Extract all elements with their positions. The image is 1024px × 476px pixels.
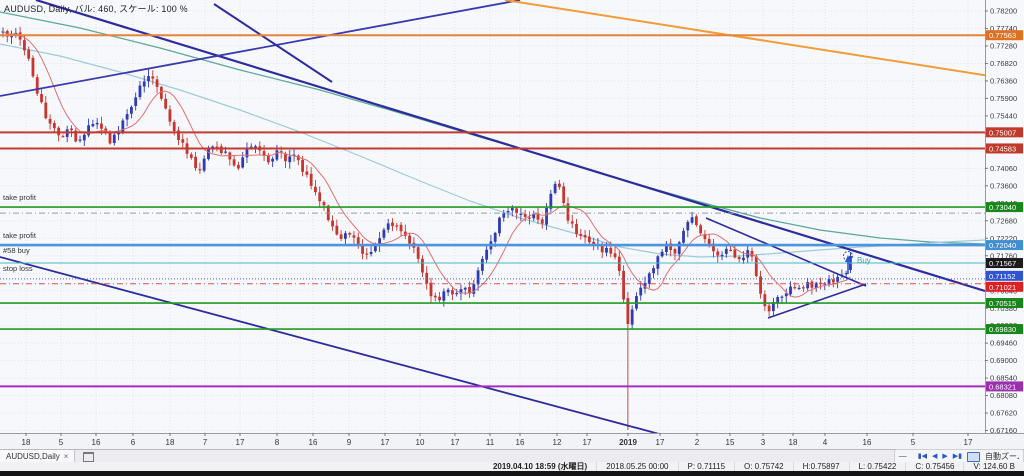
date-tick: 12	[553, 438, 562, 447]
buy-trade-label: Buy	[857, 256, 871, 265]
trade-line-label: #58 buy	[3, 246, 30, 255]
date-tick: 16	[92, 438, 101, 447]
date-tick: 15	[726, 438, 735, 447]
status-bar: 2019.04.10 18:59 (水曜日) 2018.05.25 00:00 …	[0, 462, 1024, 471]
price-tick: 0.77280	[990, 42, 1017, 51]
tab-label: AUDUSD,Daily	[6, 452, 60, 461]
date-tick: 17	[236, 438, 245, 447]
monitor-icon[interactable]	[967, 452, 980, 462]
price-badge-value: 0.70515	[989, 299, 1016, 308]
trade-line-label: stop loss	[3, 264, 33, 273]
date-tick: 2	[695, 438, 700, 447]
date-tick: 17	[656, 438, 665, 447]
price-badge-value: 0.68321	[989, 382, 1016, 391]
price-tick: 0.68540	[990, 374, 1017, 383]
date-tick: 6	[131, 438, 136, 447]
date-tick: 17	[964, 438, 973, 447]
price-badge-value: 0.69830	[989, 325, 1016, 334]
status-high: H:0.75897	[793, 462, 849, 471]
price-tick: 0.73600	[990, 181, 1017, 190]
date-tick: 16	[309, 438, 318, 447]
date-tick: 16	[863, 438, 872, 447]
tab-close-icon[interactable]: ×	[64, 452, 69, 461]
status-volume: V: 124.60 B	[963, 462, 1024, 471]
date-tick: 11	[486, 438, 495, 447]
price-tick: 0.75440	[990, 111, 1017, 120]
price-tick: 0.67620	[990, 409, 1017, 418]
date-tick: 7	[203, 438, 208, 447]
date-tick: 2019	[619, 438, 637, 447]
status-low: L: 0.75422	[849, 462, 906, 471]
date-tick: 8	[275, 438, 280, 447]
date-tick: 17	[451, 438, 460, 447]
date-tick: 5	[911, 438, 916, 447]
price-badge-value: 0.75007	[989, 128, 1016, 137]
price-tick: 0.76360	[990, 77, 1017, 86]
status-open: O: 0.75742	[734, 462, 793, 471]
time-axis: 18 5 16 6 18 7 17 8 16 9 17 10 17 11 16 12 17 2019 17 2 15 3 1…	[0, 433, 1024, 449]
collapse-handle-icon[interactable]: —	[899, 452, 907, 461]
price-tick: 0.75900	[990, 94, 1017, 103]
trading-terminal-window: Buy take profit take profit #58 buy stop los…	[0, 0, 1024, 476]
window-bottom-edge	[0, 471, 1024, 476]
date-tick: 18	[166, 438, 175, 447]
date-tick: 9	[347, 438, 352, 447]
price-tick: 0.68080	[990, 391, 1017, 400]
price-badge-value: 0.77563	[989, 31, 1016, 40]
status-cursor-date: 2018.05.25 00:00	[596, 462, 677, 471]
date-tick: 18	[789, 438, 798, 447]
date-tick: 4	[823, 438, 828, 447]
date-tick: 3	[761, 438, 766, 447]
price-tick: 0.69000	[990, 356, 1017, 365]
price-badge-value: 0.71152	[989, 272, 1016, 281]
date-tick: 18	[22, 438, 31, 447]
price-badge-value: 0.72040	[989, 241, 1016, 250]
price-badge-value: 0.74583	[989, 144, 1016, 153]
date-tick: 10	[416, 438, 425, 447]
trade-line-label: take profit	[3, 231, 37, 240]
trade-line-label: take profit	[3, 193, 37, 202]
price-badge-value: 0.71021	[989, 283, 1016, 292]
date-tick: 5	[59, 438, 64, 447]
date-tick: 17	[583, 438, 592, 447]
price-badge-value: 0.71567	[989, 259, 1016, 268]
price-tick: 0.69460	[990, 339, 1017, 348]
status-close: C: 0.75456	[905, 462, 963, 471]
price-badge-value: 0.73040	[989, 203, 1016, 212]
date-tick: 17	[381, 438, 390, 447]
price-tick: 0.78200	[990, 7, 1017, 16]
price-chart[interactable]: Buy take profit take profit #58 buy stop los…	[0, 0, 1024, 449]
chart-title: AUDUSD, Daily, バル: 460, スケール: 100 %	[4, 2, 188, 15]
price-tick: 0.74060	[990, 164, 1017, 173]
date-tick: 16	[516, 438, 525, 447]
price-tick: 0.72680	[990, 216, 1017, 225]
autozoom-toggle[interactable]: 自動ズーム	[985, 451, 1019, 462]
price-tick: 0.76820	[990, 59, 1017, 68]
new-window-icon[interactable]	[83, 452, 94, 462]
status-price: P: 0.71115	[678, 462, 735, 471]
